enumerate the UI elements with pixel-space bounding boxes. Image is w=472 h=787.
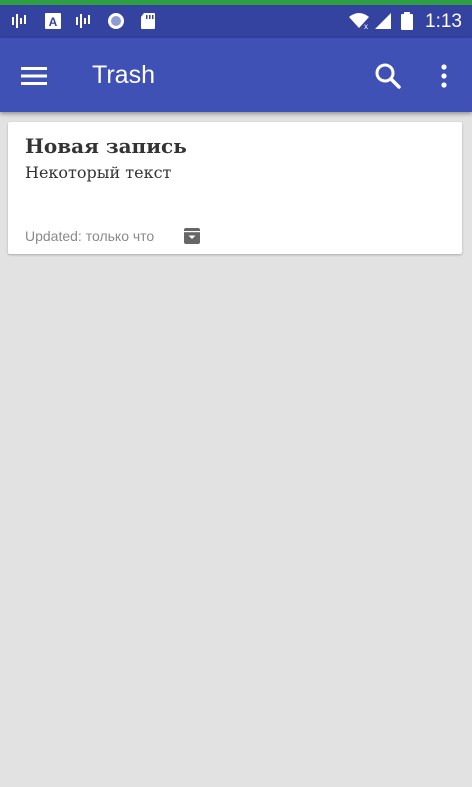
svg-text:x: x <box>364 22 368 30</box>
signal-app-icon <box>76 14 90 28</box>
archive-icon <box>184 228 200 244</box>
signal-app-icon <box>12 14 26 28</box>
search-icon <box>375 63 401 89</box>
status-time: 1:13 <box>425 11 462 32</box>
status-bar: A x 1:13 <box>0 5 472 38</box>
note-title: Новая запись <box>25 134 187 158</box>
note-card[interactable]: Новая запись Некоторый текст Updated: то… <box>8 122 462 254</box>
more-options-button[interactable] <box>424 56 464 96</box>
note-body: Некоторый текст <box>25 163 172 182</box>
note-updated-time: Updated: только что <box>25 228 155 244</box>
circle-app-icon <box>108 13 124 29</box>
wifi-icon: x <box>349 13 369 30</box>
page-title: Trash <box>92 61 155 89</box>
search-button[interactable] <box>368 56 408 96</box>
app-bar: Trash <box>0 38 472 112</box>
screen: A x 1:13 Trash Новая запись Некоторый те… <box>0 0 472 787</box>
menu-icon <box>21 67 47 85</box>
more-vert-icon <box>441 64 447 88</box>
menu-button[interactable] <box>14 56 54 96</box>
sd-card-icon <box>141 13 155 29</box>
text-a-icon: A <box>45 13 61 29</box>
archive-button[interactable] <box>182 226 202 246</box>
battery-icon <box>401 12 413 30</box>
svg-text:A: A <box>49 15 58 29</box>
cell-signal-icon <box>375 13 391 29</box>
